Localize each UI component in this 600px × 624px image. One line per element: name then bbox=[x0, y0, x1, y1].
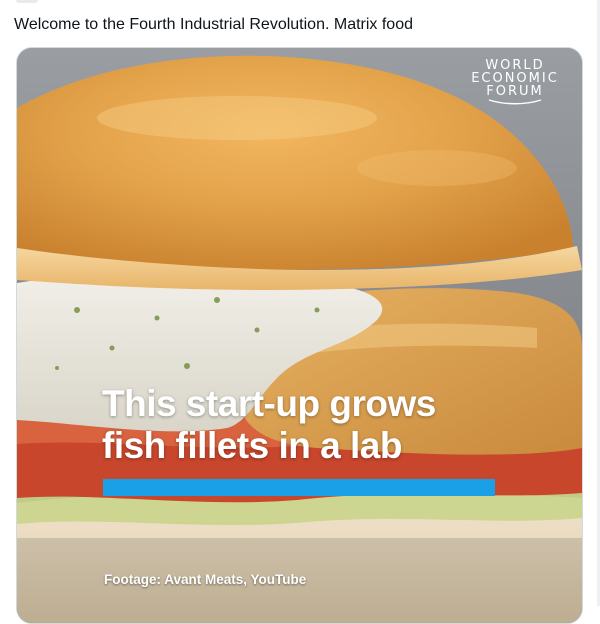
wef-logo: WORLD ECONOMIC FORUM bbox=[460, 59, 570, 105]
burger-image bbox=[17, 48, 582, 623]
video-media[interactable]: WORLD ECONOMIC FORUM This start-up grows… bbox=[16, 47, 583, 624]
headline-line-2: fish fillets in a lab bbox=[102, 425, 402, 466]
video-headline: This start-up grows fish fillets in a la… bbox=[102, 383, 542, 467]
headline-accent-bar bbox=[103, 479, 495, 496]
wef-logo-line-3: FORUM bbox=[486, 84, 544, 99]
headline-line-1: This start-up grows bbox=[102, 383, 436, 424]
top-divider bbox=[16, 0, 38, 3]
tweet-text: Welcome to the Fourth Industrial Revolut… bbox=[14, 16, 413, 33]
top-strip bbox=[0, 0, 600, 6]
wef-swoosh-icon bbox=[488, 99, 542, 105]
footage-credit: Footage: Avant Meats, YouTube bbox=[104, 572, 307, 587]
